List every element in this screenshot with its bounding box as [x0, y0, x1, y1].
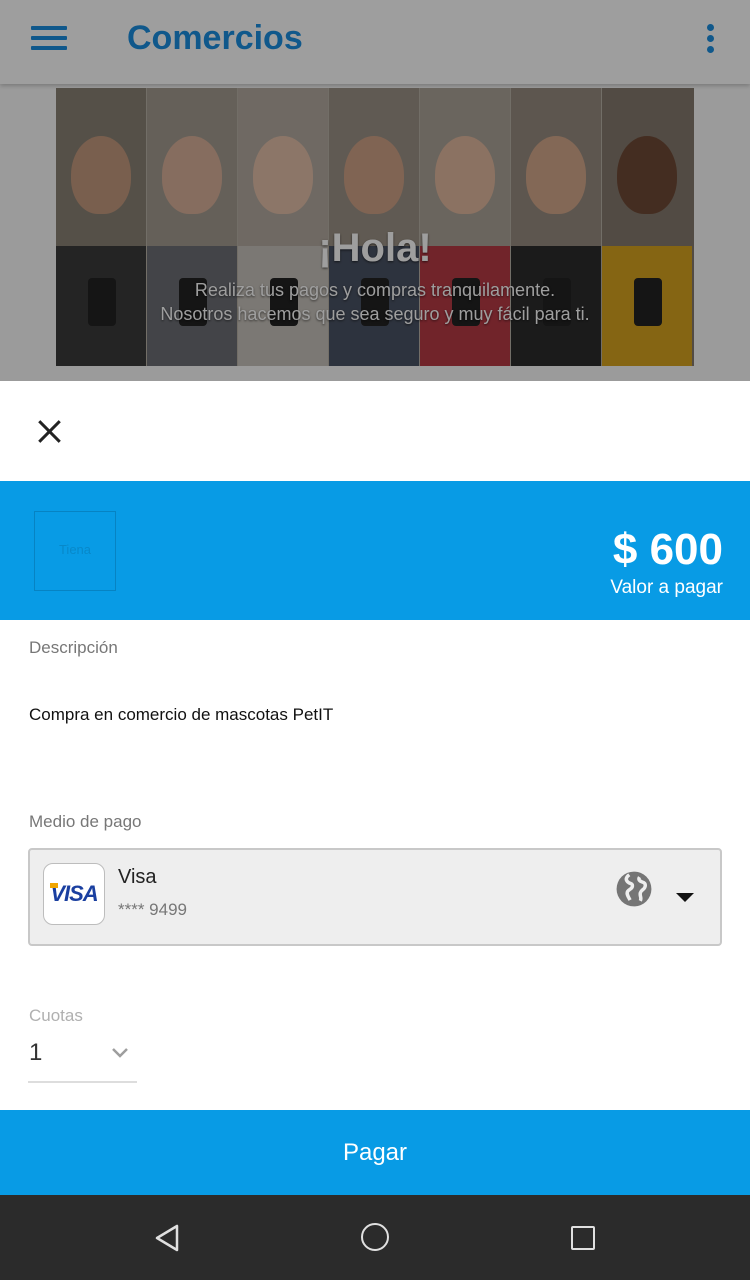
payment-amount: $ 600 [612, 525, 723, 574]
payment-method-select[interactable]: VISA Visa **** 9499 [28, 848, 722, 946]
visa-card-logo: VISA [43, 863, 105, 925]
pay-button[interactable]: Pagar [0, 1110, 750, 1195]
description-label: Descripción [29, 638, 118, 657]
modal-scrim[interactable] [0, 0, 750, 381]
globe-icon [616, 871, 652, 907]
merchant-logo: Tiena [34, 511, 116, 591]
card-name: Visa [118, 866, 157, 888]
payment-sheet: Tiena $ 600 Valor a pagar Descripción Co… [0, 381, 750, 1195]
merchant-logo-text: Tiena [58, 542, 92, 557]
installments-label: Cuotas [29, 1006, 83, 1025]
back-triangle-icon[interactable] [152, 1223, 182, 1253]
pay-button-label: Pagar [342, 1139, 408, 1166]
home-circle-icon[interactable] [361, 1223, 389, 1251]
dropdown-arrow-icon[interactable] [676, 893, 694, 902]
description-value: Compra en comercio de mascotas PetIT [29, 705, 334, 724]
visa-logo-text: VISA [50, 881, 98, 906]
background-app: Comercios ¡Hola! Realiza tus pagos y com… [0, 0, 750, 381]
installments-value: 1 [29, 1039, 43, 1066]
chevron-down-icon [112, 1048, 128, 1058]
installments-select[interactable]: 1 [28, 1033, 137, 1083]
close-icon[interactable] [24, 407, 74, 457]
system-nav-bar [0, 1195, 750, 1280]
amount-header: Tiena $ 600 Valor a pagar [0, 481, 750, 620]
recents-square-icon[interactable] [571, 1226, 595, 1250]
payment-method-label: Medio de pago [29, 812, 142, 831]
card-number: **** 9499 [118, 900, 188, 919]
payment-amount-label: Valor a pagar [610, 577, 723, 598]
